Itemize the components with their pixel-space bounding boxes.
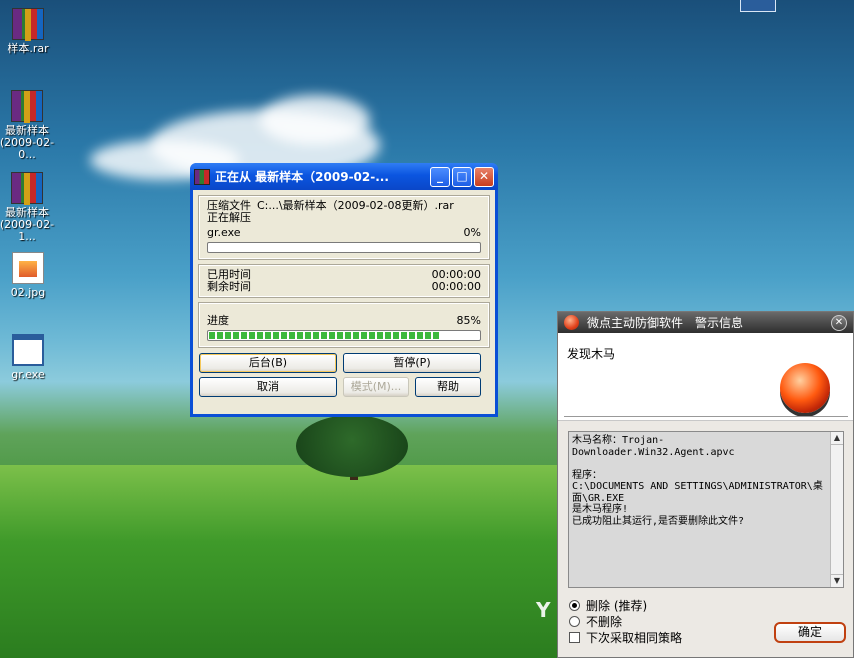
total-percent: 85% bbox=[456, 314, 481, 327]
button-row-2: 取消 模式(M)... 帮助 bbox=[199, 377, 489, 397]
minimize-button[interactable]: _ bbox=[430, 166, 450, 187]
desktop-watermark: Y bbox=[536, 598, 551, 622]
current-file-row: gr.exe 0% bbox=[207, 227, 481, 239]
desktop-icon-exe[interactable]: gr.exe bbox=[0, 334, 58, 381]
extract-status: 正在解压 bbox=[207, 211, 251, 224]
option-keep[interactable]: 不删除 bbox=[569, 613, 682, 629]
desktop-corner-button[interactable] bbox=[740, 0, 776, 12]
alert-titlebar[interactable]: 微点主动防御软件 警示信息 ✕ bbox=[558, 312, 853, 333]
remaining-label: 剩余时间 bbox=[207, 280, 251, 293]
desktop-icon-rar-1[interactable]: 样本.rar bbox=[0, 8, 58, 55]
image-file-icon bbox=[12, 252, 44, 284]
ok-button[interactable]: 确定 bbox=[774, 622, 846, 643]
alert-found-text: 发现木马 bbox=[567, 347, 616, 361]
winrar-client-area: 压缩文件 C:...\最新样本（2009-02-08更新）.rar 正在解压 g… bbox=[193, 190, 495, 414]
alert-message-box[interactable]: 木马名称：Trojan- Downloader.Win32.Agent.apvc… bbox=[568, 431, 844, 588]
total-progress-fill bbox=[209, 332, 439, 339]
alert-header: 发现木马 bbox=[558, 333, 853, 421]
cancel-button[interactable]: 取消 bbox=[199, 377, 337, 397]
radio-keep[interactable] bbox=[569, 615, 580, 627]
message-scrollbar[interactable]: ▲ ▼ bbox=[830, 432, 843, 587]
total-progress-bar bbox=[207, 330, 481, 341]
time-group: 已用时间 00:00:00 剩余时间 00:00:00 bbox=[198, 264, 490, 298]
scroll-up-icon[interactable]: ▲ bbox=[831, 432, 843, 445]
background-button[interactable]: 后台(B) bbox=[199, 353, 337, 373]
pause-button[interactable]: 暂停(P) bbox=[343, 353, 481, 373]
scroll-down-icon[interactable]: ▼ bbox=[831, 574, 843, 587]
exe-file-icon bbox=[12, 334, 44, 366]
remember-checkbox[interactable] bbox=[569, 631, 580, 643]
remaining-value: 00:00:00 bbox=[431, 280, 481, 293]
alert-close-icon[interactable]: ✕ bbox=[831, 314, 847, 331]
alarm-siren-icon bbox=[780, 363, 830, 413]
archive-path: C:...\最新样本（2009-02-08更新）.rar bbox=[257, 199, 454, 212]
desktop-icon-jpg[interactable]: 02.jpg bbox=[0, 252, 58, 299]
remember-option[interactable]: 下次采取相同策略 bbox=[569, 629, 682, 645]
progress-label: 进度 bbox=[207, 314, 229, 327]
progress-group: 进度 85% bbox=[198, 302, 490, 348]
rar-icon bbox=[11, 172, 43, 205]
file-progress-bar bbox=[207, 242, 481, 253]
close-button[interactable]: ✕ bbox=[474, 166, 494, 187]
cloud bbox=[260, 95, 370, 145]
desktop-icon-label: 最新样本(2009-02-0... bbox=[0, 124, 55, 161]
alert-message: 木马名称：Trojan- Downloader.Win32.Agent.apvc… bbox=[572, 435, 823, 527]
desktop-icon-label: gr.exe bbox=[11, 368, 45, 381]
button-row-1: 后台(B) 暂停(P) bbox=[199, 353, 489, 373]
option-keep-label: 不删除 bbox=[586, 614, 623, 629]
maximize-button[interactable]: □ bbox=[452, 166, 472, 187]
micropoint-logo-icon bbox=[564, 315, 579, 330]
mode-button: 模式(M)... bbox=[343, 377, 409, 397]
divider bbox=[564, 416, 848, 418]
desktop-icon-label: 样本.rar bbox=[7, 42, 49, 55]
file-group: 压缩文件 C:...\最新样本（2009-02-08更新）.rar 正在解压 g… bbox=[198, 195, 490, 260]
file-percent: 0% bbox=[463, 226, 481, 239]
window-title: 正在从 最新样本（2009-02-... bbox=[215, 170, 389, 184]
desktop-icon-rar-2[interactable]: 最新样本(2009-02-0... bbox=[0, 90, 56, 161]
desktop-icon-label: 最新样本(2009-02-1... bbox=[0, 206, 55, 243]
winrar-app-icon bbox=[194, 168, 210, 185]
alert-options: 删除 (推荐) 不删除 下次采取相同策略 bbox=[569, 597, 682, 645]
option-delete[interactable]: 删除 (推荐) bbox=[569, 597, 682, 613]
option-delete-label: 删除 (推荐) bbox=[586, 598, 648, 613]
rar-icon bbox=[12, 8, 44, 41]
help-button[interactable]: 帮助 bbox=[415, 377, 481, 397]
progress-row: 进度 85% bbox=[207, 315, 481, 327]
remaining-row: 剩余时间 00:00:00 bbox=[207, 281, 481, 293]
alert-kind: 警示信息 bbox=[695, 316, 744, 330]
rar-icon bbox=[11, 90, 43, 123]
current-file: gr.exe bbox=[207, 226, 241, 239]
desktop-icon-rar-3[interactable]: 最新样本(2009-02-1... bbox=[0, 172, 56, 243]
antivirus-alert-window: 微点主动防御软件 警示信息 ✕ 发现木马 木马名称：Trojan- Downlo… bbox=[557, 311, 854, 658]
radio-delete[interactable] bbox=[569, 599, 580, 611]
status-row: 正在解压 bbox=[207, 212, 481, 224]
winrar-extract-window: 正在从 最新样本（2009-02-... _ □ ✕ 压缩文件 C:...\最新… bbox=[190, 163, 498, 417]
winrar-titlebar[interactable]: 正在从 最新样本（2009-02-... _ □ ✕ bbox=[190, 163, 498, 190]
remember-label: 下次采取相同策略 bbox=[586, 630, 683, 645]
tree bbox=[296, 415, 408, 477]
desktop-icon-label: 02.jpg bbox=[10, 286, 46, 299]
alert-app-name: 微点主动防御软件 bbox=[587, 316, 684, 330]
